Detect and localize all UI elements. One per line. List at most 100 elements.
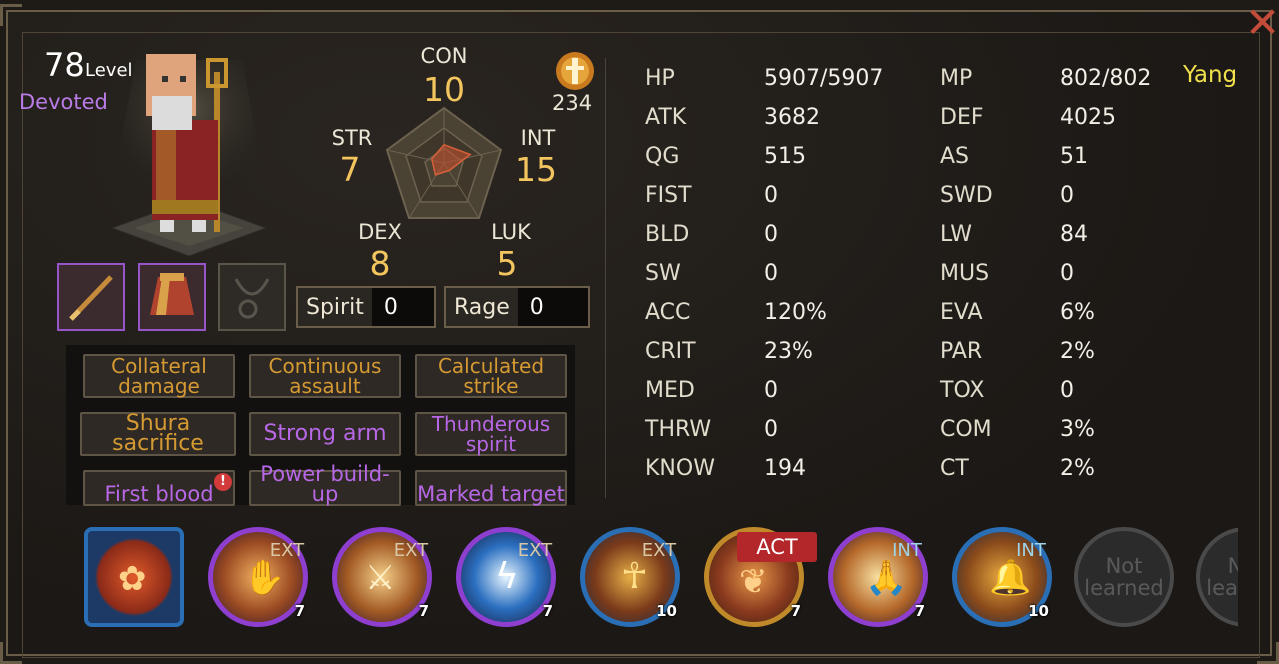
trait-button[interactable]: Collateral damage — [83, 354, 235, 398]
rage-label: Rage — [454, 294, 510, 320]
spirit-label: Spirit — [306, 294, 364, 320]
attr-str-label: STR — [331, 126, 373, 150]
equip-slot-armor[interactable] — [138, 263, 206, 331]
trait-button[interactable]: First blood — [83, 470, 235, 506]
panel-divider — [605, 58, 606, 498]
stat-name: FIST — [645, 183, 692, 208]
rage-resource: Rage 0 — [444, 286, 590, 328]
frame-corner — [1257, 642, 1279, 664]
skill-slot[interactable]: 🙏 INT 7 — [828, 527, 928, 627]
skill-type-tag: EXT — [513, 534, 557, 566]
stat-value: 51 — [1060, 144, 1088, 169]
skill-slot-locked[interactable]: Not learned — [1074, 527, 1174, 627]
stat-name: THRW — [645, 417, 712, 442]
stat-value: 0 — [1060, 378, 1074, 403]
stat-name: SW — [645, 261, 681, 286]
attr-luk-value: 5 — [496, 244, 518, 283]
equip-slot-weapon[interactable] — [57, 263, 125, 331]
skill-type-tag: INT — [885, 534, 929, 566]
skill-slot[interactable]: ⚔ EXT 7 — [332, 527, 432, 627]
stat-name: KNOW — [645, 456, 715, 481]
stat-name: BLD — [645, 222, 690, 247]
stat-name: CT — [940, 456, 969, 481]
stat-name: CRIT — [645, 339, 696, 364]
skill-slot[interactable]: ✿ — [84, 527, 184, 627]
stat-name: MUS — [940, 261, 990, 286]
trait-button[interactable]: Power build-up — [249, 464, 401, 506]
stat-name: HP — [645, 66, 675, 91]
character-portrait — [106, 54, 272, 256]
trait-button[interactable]: Strong arm — [249, 412, 401, 456]
trait-button[interactable]: Marked target — [415, 470, 567, 506]
skill-level: 7 — [914, 602, 925, 620]
trait-alert-badge: ! — [214, 473, 232, 491]
skills-bar: ✿ ✋ EXT 7 ⚔ EXT 7 ϟ EXT 7 ☥ EXT 10 ❦ ACT… — [84, 523, 1238, 627]
trait-label: Collateral damage — [111, 354, 207, 398]
skill-level: 10 — [656, 602, 677, 620]
trait-button[interactable]: Thunderous spirit — [415, 412, 567, 456]
stat-name: MED — [645, 378, 695, 403]
stat-value: 2% — [1060, 456, 1095, 481]
skill-slot[interactable]: ☥ EXT 10 — [580, 527, 680, 627]
spirit-resource: Spirit 0 — [296, 286, 436, 328]
stat-value: 23% — [764, 339, 813, 364]
stat-name: TOX — [940, 378, 985, 403]
trait-label: Strong arm — [263, 421, 387, 446]
skill-slot[interactable]: ϟ EXT 7 — [456, 527, 556, 627]
alignment-label: Yang — [1183, 62, 1238, 88]
skill-slot[interactable]: 🔔 INT 10 — [952, 527, 1052, 627]
robe-icon — [150, 273, 194, 315]
attr-luk-label: LUK — [491, 220, 531, 244]
stat-name: MP — [940, 66, 973, 91]
stat-value: 6% — [1060, 300, 1095, 325]
attr-str-value: 7 — [339, 150, 361, 189]
traits-panel: Collateral damage Continuous assault Cal… — [66, 345, 575, 506]
stat-name: EVA — [940, 300, 983, 325]
attr-con-value: 10 — [423, 70, 465, 109]
attr-int-label: INT — [520, 126, 556, 150]
trait-button[interactable]: Calculated strike — [415, 354, 567, 398]
trait-label: Shura sacrifice — [112, 411, 204, 456]
skill-level: 7 — [790, 602, 801, 620]
stat-value: 0 — [1060, 261, 1074, 286]
skill-slot[interactable]: ❦ ACT 7 — [704, 527, 817, 627]
stat-name: COM — [940, 417, 992, 442]
skill-slot[interactable]: ✋ EXT 7 — [208, 527, 308, 627]
staff-icon — [69, 275, 113, 321]
skill-type-tag: INT — [1009, 534, 1053, 566]
skill-level: 7 — [294, 602, 305, 620]
trait-label: Marked target — [417, 482, 565, 506]
skill-level: 7 — [418, 602, 429, 620]
attr-dex-label: DEX — [358, 220, 402, 244]
skill-slot-locked[interactable]: Not learned — [1196, 527, 1238, 627]
skill-level: 10 — [1028, 602, 1049, 620]
stat-value: 0 — [764, 378, 778, 403]
stat-value: 0 — [764, 261, 778, 286]
trait-label: Power build-up — [260, 462, 390, 506]
trait-label: First blood — [104, 482, 214, 506]
stat-value: 120% — [764, 300, 827, 325]
attribute-radar-chart — [385, 106, 503, 219]
frame-corner — [0, 4, 22, 26]
trait-button[interactable]: Shura sacrifice — [80, 412, 236, 456]
ingot-icon — [556, 52, 594, 90]
stat-value: 0 — [1060, 183, 1074, 208]
spirit-value: 0 — [371, 288, 434, 326]
stat-name: SWD — [940, 183, 993, 208]
locked-skill-label: Not learned — [1206, 554, 1238, 600]
lotus-flame-icon: ✿ — [118, 559, 147, 599]
locked-skill-label: Not learned — [1084, 554, 1164, 600]
stat-value: 3682 — [764, 105, 820, 130]
stat-name: ACC — [645, 300, 691, 325]
stat-value: 0 — [764, 183, 778, 208]
equip-slot-accessory[interactable] — [218, 263, 286, 331]
close-icon[interactable]: ✕ — [1245, 0, 1279, 52]
level-number: 78 — [44, 46, 85, 84]
attr-int-value: 15 — [515, 150, 557, 189]
currency-count: 234 — [552, 91, 593, 115]
stat-value: 4025 — [1060, 105, 1116, 130]
stat-name: LW — [940, 222, 972, 247]
frame-corner — [0, 642, 22, 664]
trait-button[interactable]: Continuous assault — [249, 354, 401, 398]
attr-dex-value: 8 — [369, 244, 391, 283]
